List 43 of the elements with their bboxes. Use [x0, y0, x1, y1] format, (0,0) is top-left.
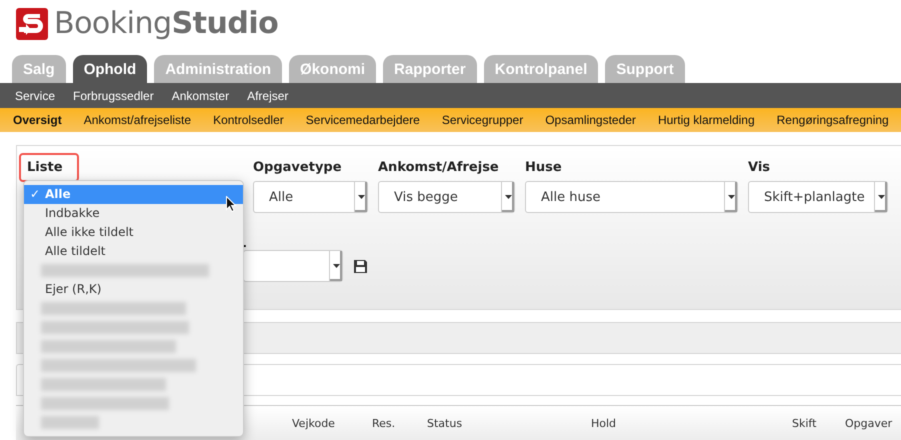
filter-label: . [243, 235, 247, 250]
logo-text: BookingStudio [54, 8, 278, 40]
blurred-option [41, 416, 99, 429]
subnav-link[interactable]: Ankomster [172, 88, 230, 102]
caret-icon [504, 195, 512, 199]
caret-icon [358, 195, 364, 199]
subnav-link[interactable]: Ankomst/afrejseliste [84, 113, 192, 127]
caret-icon [332, 264, 340, 268]
nav-tab[interactable]: Ophold [72, 55, 148, 83]
column-header[interactable]: Status [427, 416, 591, 430]
caret-icon [728, 195, 734, 199]
dropdown-option[interactable]: Ejer (R,K) [24, 280, 243, 299]
select-field[interactable]: Alle huse [525, 181, 738, 213]
logo-icon [16, 8, 48, 40]
save-icon[interactable] [354, 260, 367, 272]
column-header[interactable]: Opgaver [845, 416, 901, 430]
filter-label: Opgavetype [252, 159, 343, 177]
cursor-icon [226, 196, 237, 212]
caret-icon [878, 195, 884, 199]
select-field[interactable]: Skift+planlagte [748, 181, 888, 213]
subnav-link[interactable]: Servicegrupper [442, 113, 524, 127]
filter-label: Huse [524, 159, 563, 177]
select-field[interactable]: Vis begge [378, 181, 515, 213]
column-header[interactable]: Res. [372, 416, 427, 430]
filter-label: Ankomst/Afrejse [377, 159, 500, 177]
dropdown-option[interactable]: Alle tildelt [24, 242, 243, 261]
subnav-link[interactable]: Hurtig klarmelding [658, 113, 755, 127]
column-header[interactable]: Skift [792, 416, 845, 430]
subnav-link[interactable]: Rengøringsafregning [776, 113, 889, 127]
dropdown-option[interactable]: Indbakke [24, 204, 243, 223]
subnav-link[interactable]: Servicemedarbejdere [306, 113, 420, 127]
subnav-link[interactable]: Service [15, 88, 56, 102]
subnav-link[interactable]: Kontrolsedler [213, 113, 284, 127]
dropdown-option[interactable]: Alle ikke tildelt [24, 223, 243, 242]
subnav-link[interactable]: Afrejser [247, 88, 288, 102]
subnav-link[interactable]: Oversigt [13, 113, 62, 127]
select-field[interactable]: Alle [253, 181, 368, 213]
subnav-link[interactable]: Forbrugssedler [73, 88, 154, 102]
column-header[interactable]: Vejkode [292, 416, 372, 430]
column-header[interactable]: Hold [591, 416, 792, 430]
select-field[interactable] [243, 250, 343, 282]
filter-label: Vis [747, 159, 772, 177]
subnav-link[interactable]: Opsamlingsteder [545, 113, 636, 127]
